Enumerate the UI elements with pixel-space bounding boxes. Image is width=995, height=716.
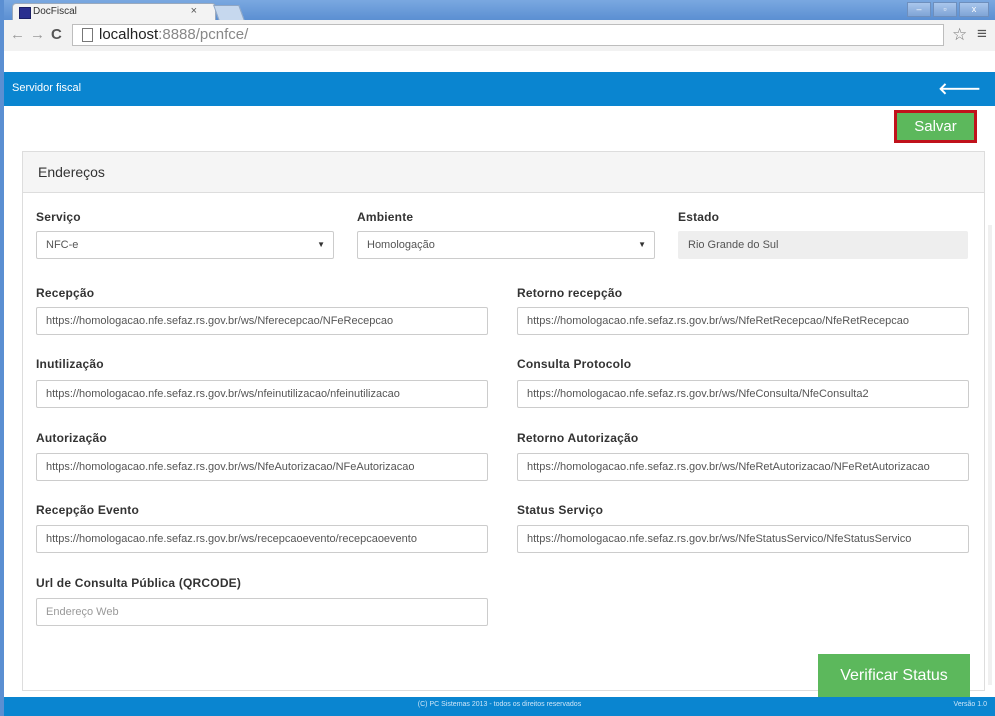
dropdown-arrow-icon: ▼	[317, 240, 325, 249]
inutilizacao-input[interactable]: https://homologacao.nfe.sefaz.rs.gov.br/…	[36, 380, 488, 408]
retorno-recepcao-input[interactable]: https://homologacao.nfe.sefaz.rs.gov.br/…	[517, 307, 969, 335]
page-icon	[82, 28, 93, 42]
footer: (C) PC Sistemas 2013 - todos os direitos…	[4, 697, 995, 716]
verify-status-button[interactable]: Verificar Status	[818, 654, 970, 697]
browser-menu-icon[interactable]: ≡	[977, 24, 987, 44]
ambiente-value: Homologação	[367, 239, 435, 251]
new-tab-button[interactable]	[213, 5, 245, 21]
app-header-title: Servidor fiscal	[12, 82, 82, 94]
retorno-autorizacao-label: Retorno Autorização	[517, 431, 639, 445]
tab-close-icon[interactable]: ×	[191, 5, 197, 17]
window-controls: – ▫ x	[907, 2, 989, 17]
estado-label: Estado	[678, 210, 720, 224]
autorizacao-input[interactable]: https://homologacao.nfe.sefaz.rs.gov.br/…	[36, 453, 488, 481]
servico-value: NFC-e	[46, 239, 79, 251]
address-bar: ← → C localhost:8888/pcnfce/ ☆ ≡	[4, 20, 995, 52]
servico-label: Serviço	[36, 210, 81, 224]
url-consulta-input[interactable]: Endereço Web	[36, 598, 488, 626]
ambiente-label: Ambiente	[357, 210, 414, 224]
recepcao-label: Recepção	[36, 286, 95, 300]
browser-window: DocFiscal × – ▫ x ← → C localhost:8888/p…	[4, 0, 995, 716]
url-path: :8888/pcnfce/	[158, 26, 249, 43]
dropdown-arrow-icon: ▼	[638, 240, 646, 249]
inutilizacao-label: Inutilização	[36, 357, 104, 371]
recepcao-evento-input[interactable]: https://homologacao.nfe.sefaz.rs.gov.br/…	[36, 525, 488, 553]
status-servico-input[interactable]: https://homologacao.nfe.sefaz.rs.gov.br/…	[517, 525, 969, 553]
recepcao-input[interactable]: https://homologacao.nfe.sefaz.rs.gov.br/…	[36, 307, 488, 335]
reload-icon[interactable]: C	[51, 26, 62, 43]
retorno-autorizacao-input[interactable]: https://homologacao.nfe.sefaz.rs.gov.br/…	[517, 453, 969, 481]
save-button[interactable]: Salvar	[897, 113, 974, 140]
maximize-button[interactable]: ▫	[933, 2, 957, 17]
page-top-strip	[4, 51, 995, 72]
consulta-protocolo-label: Consulta Protocolo	[517, 357, 632, 371]
panel-title: Endereços	[23, 152, 984, 193]
estado-value: Rio Grande do Sul	[688, 239, 779, 251]
status-servico-label: Status Serviço	[517, 503, 604, 517]
url-field[interactable]: localhost:8888/pcnfce/	[72, 24, 944, 46]
footer-copyright: (C) PC Sistemas 2013 - todos os direitos…	[417, 701, 582, 708]
autorizacao-label: Autorização	[36, 431, 107, 445]
url-host: localhost	[99, 26, 159, 43]
ambiente-select[interactable]: Homologação ▼	[357, 231, 655, 259]
scrollbar[interactable]	[988, 225, 992, 685]
servico-select[interactable]: NFC-e ▼	[36, 231, 334, 259]
recepcao-evento-label: Recepção Evento	[36, 503, 140, 517]
title-bar: DocFiscal × – ▫ x	[4, 0, 995, 21]
close-window-button[interactable]: x	[959, 2, 989, 17]
app-header: Servidor fiscal 🡐	[4, 72, 995, 106]
url-consulta-label: Url de Consulta Pública (QRCODE)	[36, 576, 242, 590]
retorno-recepcao-label: Retorno recepção	[517, 286, 623, 300]
browser-tab[interactable]: DocFiscal ×	[12, 3, 216, 20]
minimize-button[interactable]: –	[907, 2, 931, 17]
consulta-protocolo-input[interactable]: https://homologacao.nfe.sefaz.rs.gov.br/…	[517, 380, 969, 408]
footer-version: Versão 1.0	[953, 701, 987, 708]
favicon-icon	[19, 7, 31, 19]
bookmark-star-icon[interactable]: ☆	[952, 25, 967, 45]
back-arrow-icon[interactable]: ←	[10, 26, 25, 43]
forward-arrow-icon[interactable]: →	[30, 26, 45, 43]
back-arrow-icon[interactable]: 🡐	[938, 78, 981, 99]
tab-title: DocFiscal	[33, 6, 77, 17]
estado-field: Rio Grande do Sul	[678, 231, 968, 259]
